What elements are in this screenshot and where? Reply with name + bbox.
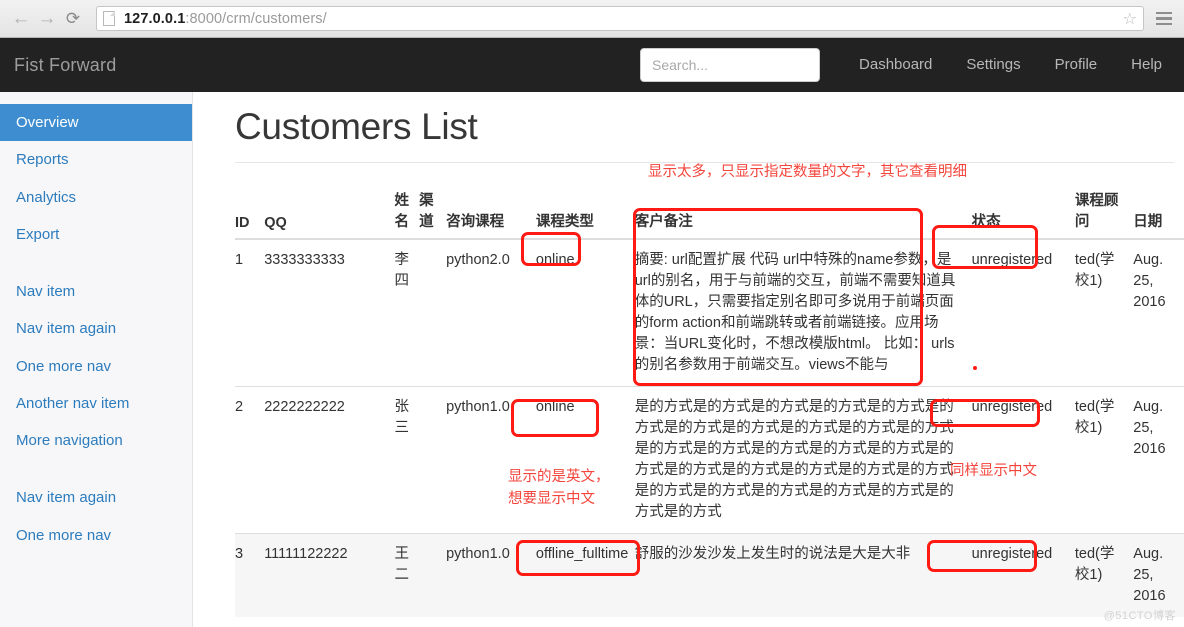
cell-channel: [419, 533, 447, 618]
sidebar-item-reports[interactable]: Reports: [0, 141, 192, 178]
cell-course: python1.0: [446, 386, 536, 534]
cell-course-type: online: [535, 386, 635, 534]
cell-qq: 3333333333: [264, 238, 395, 387]
cell-advisor: ted(学校1): [1074, 386, 1134, 534]
table-row[interactable]: 3 11111122222 王二 python1.0 offline_fullt…: [235, 533, 1184, 618]
browser-toolbar: ← → ⟳ 127.0.0.1:8000/crm/customers/ ☆: [0, 0, 1184, 38]
sidebar-item-export[interactable]: Export: [0, 216, 192, 253]
forward-arrow-icon: →: [37, 8, 57, 29]
col-header-course[interactable]: 咨询课程: [446, 185, 536, 240]
sidebar-item-one-more-nav[interactable]: One more nav: [0, 348, 192, 385]
cell-course: python1.0: [446, 533, 536, 618]
cell-course-type: offline_fulltime: [535, 533, 635, 618]
cell-name: 李四: [394, 238, 420, 387]
table-body: 1 3333333333 李四 python2.0 online 摘要: url…: [235, 238, 1184, 618]
col-header-advisor[interactable]: 课程顾问: [1074, 185, 1134, 240]
search-input[interactable]: [640, 48, 821, 82]
cell-id: 2: [235, 386, 265, 534]
nav-link-profile[interactable]: Profile: [1038, 38, 1115, 92]
cell-date: Aug. 25, 2016: [1133, 386, 1184, 534]
cell-channel: [419, 238, 447, 387]
sidebar-divider-1: [0, 253, 192, 273]
navbar-right-group: Dashboard Settings Profile Help: [640, 38, 1184, 92]
hamburger-menu-icon[interactable]: [1152, 6, 1176, 32]
col-header-course-type[interactable]: 课程类型: [535, 185, 635, 240]
cell-qq: 2222222222: [264, 386, 395, 534]
cell-id: 1: [235, 238, 265, 387]
reload-icon: ⟳: [65, 9, 81, 28]
nav-link-dashboard[interactable]: Dashboard: [842, 38, 949, 92]
sidebar-item-nav-item-again[interactable]: Nav item again: [0, 310, 192, 347]
sidebar: Overview Reports Analytics Export Nav it…: [0, 92, 193, 627]
sidebar-divider-2: [0, 459, 192, 479]
watermark: @51CTO博客: [1103, 610, 1176, 622]
address-bar[interactable]: 127.0.0.1:8000/crm/customers/ ☆: [96, 6, 1144, 31]
cell-channel: [419, 386, 447, 534]
cell-qq: 11111122222: [264, 533, 395, 618]
col-header-qq[interactable]: QQ: [264, 185, 395, 240]
cell-date: Aug. 25, 2016: [1133, 533, 1184, 618]
cell-note: 舒服的沙发沙发上发生时的说法是大是大非: [634, 533, 972, 618]
back-button[interactable]: ←: [8, 6, 34, 32]
cell-status: unregistered: [971, 386, 1075, 534]
cell-date: Aug. 25, 2016: [1133, 238, 1184, 387]
url-host: 127.0.0.1: [124, 10, 186, 27]
nav-link-settings[interactable]: Settings: [949, 38, 1037, 92]
sidebar-item-more-navigation[interactable]: More navigation: [0, 422, 192, 459]
table-row[interactable]: 1 3333333333 李四 python2.0 online 摘要: url…: [235, 238, 1184, 387]
top-navbar: Fist Forward Dashboard Settings Profile …: [0, 38, 1184, 92]
sidebar-item-nav-item-again-2[interactable]: Nav item again: [0, 479, 192, 516]
cell-note: 摘要: url配置扩展 代码 url中特殊的name参数，是url的别名，用于与…: [634, 238, 972, 387]
table-row[interactable]: 2 2222222222 张三 python1.0 online 是的方式是的方…: [235, 386, 1184, 534]
url-path: :8000/crm/customers/: [185, 10, 327, 27]
table-head: ID QQ 姓名 渠道 咨询课程 课程类型 客户备注 状态 课程顾问 日期: [235, 185, 1184, 240]
page-title: Customers List: [235, 106, 478, 147]
table-header-row: ID QQ 姓名 渠道 咨询课程 课程类型 客户备注 状态 课程顾问 日期: [235, 185, 1184, 240]
cell-status: unregistered: [971, 238, 1075, 387]
page-document-icon: [103, 11, 115, 26]
col-header-name[interactable]: 姓名: [394, 185, 420, 240]
brand-title[interactable]: Fist Forward: [14, 55, 116, 76]
title-divider: [235, 162, 1174, 163]
forward-button[interactable]: →: [34, 6, 60, 32]
col-header-date[interactable]: 日期: [1133, 185, 1184, 240]
cell-status: unregistered: [971, 533, 1075, 618]
col-header-id[interactable]: ID: [235, 185, 265, 240]
cell-course: python2.0: [446, 238, 536, 387]
sidebar-item-one-more-nav-2[interactable]: One more nav: [0, 517, 192, 554]
url-text: 127.0.0.1:8000/crm/customers/: [124, 11, 327, 27]
cell-note: 是的方式是的方式是的方式是的方式是的方式是的方式是的方式是的方式是的方式是的方式…: [634, 386, 972, 534]
col-header-note[interactable]: 客户备注: [634, 185, 972, 240]
nav-link-help[interactable]: Help: [1114, 38, 1184, 92]
sidebar-item-analytics[interactable]: Analytics: [0, 179, 192, 216]
main-content: Customers List ID QQ 姓名 渠道 咨询课程 课程类型 客户备…: [193, 92, 1184, 627]
sidebar-item-overview[interactable]: Overview: [0, 104, 192, 142]
cell-id: 3: [235, 533, 265, 618]
reload-button[interactable]: ⟳: [60, 6, 86, 32]
cell-name: 王二: [394, 533, 420, 618]
cell-name: 张三: [394, 386, 420, 534]
col-header-channel[interactable]: 渠道: [419, 185, 447, 240]
bookmark-star-icon[interactable]: ☆: [1117, 9, 1137, 29]
customers-table: ID QQ 姓名 渠道 咨询课程 课程类型 客户备注 状态 课程顾问 日期 1 …: [235, 185, 1184, 618]
sidebar-item-nav-item[interactable]: Nav item: [0, 273, 192, 310]
cell-advisor: ted(学校1): [1074, 238, 1134, 387]
back-arrow-icon: ←: [11, 8, 31, 29]
page-body: Overview Reports Analytics Export Nav it…: [0, 92, 1184, 627]
sidebar-item-another-nav-item[interactable]: Another nav item: [0, 385, 192, 422]
cell-advisor: ted(学校1): [1074, 533, 1134, 618]
col-header-status[interactable]: 状态: [971, 185, 1075, 240]
cell-course-type: online: [535, 238, 635, 387]
